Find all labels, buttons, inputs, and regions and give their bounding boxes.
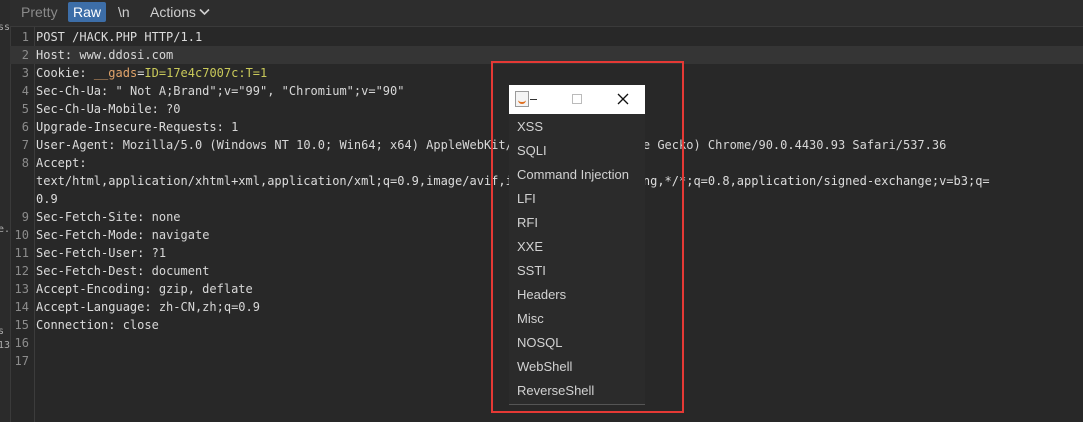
line-text: Connection: close: [36, 318, 159, 332]
header-value: [87, 66, 94, 80]
header-name: Sec-Ch-Ua-Mobile: [36, 102, 152, 116]
payload-menu-item[interactable]: ReverseShell: [517, 379, 594, 403]
payload-menu-item[interactable]: SSTI: [517, 259, 546, 283]
line-number: 15: [14, 318, 29, 332]
line-number: 6: [21, 120, 29, 134]
payload-menu-item[interactable]: RFI: [517, 211, 538, 235]
line-number: 17: [14, 354, 29, 368]
pretty-tab[interactable]: Pretty: [16, 2, 63, 22]
header-value: www.ddosi.com: [72, 48, 174, 62]
line-text: Sec-Fetch-User: ?1: [36, 246, 167, 260]
payload-menu-item[interactable]: Misc: [517, 307, 544, 331]
header-value: document: [144, 264, 210, 278]
header-value: 1: [223, 120, 239, 134]
close-icon[interactable]: [615, 91, 631, 107]
header-name: Host: [36, 48, 65, 62]
line-text: Sec-Ch-Ua-Mobile: ?0: [36, 102, 181, 116]
actions-label: Actions: [150, 4, 196, 20]
line-number: 1: [21, 30, 29, 44]
request-line[interactable]: 1 POST /HACK.PHP HTTP/1.1: [10, 28, 1083, 46]
header-name: Accept-Language: [36, 300, 145, 314]
header-value: zh-CN,zh;q=0.9: [151, 300, 260, 314]
payload-menu-item[interactable]: Headers: [517, 283, 566, 307]
header-name: Accept-Encoding: [36, 282, 145, 296]
header-value: " Not A;Brand";v="99", "Chromium";v="90": [108, 84, 405, 98]
payload-menu-item[interactable]: WebShell: [517, 355, 572, 379]
header-name: Connection: [36, 318, 109, 332]
header-value: ?1: [144, 246, 167, 260]
header-name: Cookie: [36, 66, 80, 80]
left-strip-text: s: [0, 326, 4, 337]
line-text: 0.9: [36, 192, 58, 206]
newline-toggle[interactable]: \n: [113, 2, 135, 22]
editor-toolbar: Pretty Raw \n Actions: [10, 0, 1083, 27]
line-number: 14: [14, 300, 29, 314]
header-value: navigate: [144, 228, 210, 242]
line-number: 13: [14, 282, 29, 296]
minimize-icon[interactable]: [530, 99, 537, 100]
header-name: Accept: [36, 156, 80, 170]
line-text: Accept-Encoding: gzip, deflate: [36, 282, 253, 296]
header-name: Upgrade-Insecure-Requests: [36, 120, 217, 134]
line-number: 16: [14, 336, 29, 350]
header-value: close: [115, 318, 159, 332]
line-text: POST /HACK.PHP HTTP/1.1: [36, 30, 203, 44]
line-number: 4: [21, 84, 29, 98]
line-number: 7: [21, 138, 29, 152]
line-text: Sec-Fetch-Mode: navigate: [36, 228, 210, 242]
line-number: 2: [21, 48, 29, 62]
window-title-bar[interactable]: [509, 85, 645, 114]
line-number: 3: [21, 66, 29, 80]
payload-menu-item[interactable]: LFI: [517, 187, 536, 211]
header-name: Sec-Fetch-Mode: [36, 228, 138, 242]
header-name: User-Agent: [36, 138, 109, 152]
line-number: 12: [14, 264, 29, 278]
line-text: Host: www.ddosi.com: [36, 48, 174, 62]
header-value: gzip, deflate: [151, 282, 253, 296]
chevron-down-icon: [199, 9, 210, 16]
line-text: Upgrade-Insecure-Requests: 1: [36, 120, 239, 134]
line-text: Cookie: __gads=ID=17e4c7007c:T=1: [36, 66, 268, 80]
cookie-value: ID=17e4c7007c:T=1: [144, 66, 268, 80]
raw-tab[interactable]: Raw: [68, 2, 107, 22]
line-text: Sec-Fetch-Site: none: [36, 210, 181, 224]
header-name: Sec-Fetch-Site: [36, 210, 138, 224]
payload-menu-item[interactable]: NOSQL: [517, 331, 563, 355]
line-text: Accept:: [36, 156, 87, 170]
payload-menu-item[interactable]: XSS: [517, 115, 543, 139]
maximize-icon[interactable]: [572, 94, 582, 104]
java-icon: [515, 91, 529, 107]
payload-menu-item[interactable]: Command Injection: [517, 163, 629, 187]
line-number: 5: [21, 102, 29, 116]
payload-menu-item[interactable]: XXE: [517, 235, 543, 259]
cookie-name: __gads: [93, 66, 138, 80]
actions-menu-button[interactable]: Actions: [145, 2, 216, 22]
line-number: 11: [14, 246, 29, 260]
line-number: 8: [21, 156, 29, 170]
header-value: ?0: [158, 102, 181, 116]
line-number: 10: [14, 228, 29, 242]
payload-menu-window: XSS SQLI Command Injection LFI RFI XXE SSTI Hea…: [509, 85, 645, 405]
line-text: Sec-Ch-Ua: " Not A;Brand";v="99", "Chrom…: [36, 84, 405, 98]
line-text: Sec-Fetch-Dest: document: [36, 264, 210, 278]
header-name: Sec-Fetch-User: [36, 246, 138, 260]
line-number: 9: [21, 210, 29, 224]
line-text: Accept-Language: zh-CN,zh;q=0.9: [36, 300, 260, 314]
header-value: none: [144, 210, 181, 224]
header-name: Sec-Fetch-Dest: [36, 264, 138, 278]
header-name: Sec-Ch-Ua: [36, 84, 102, 98]
left-strip-text: 13: [0, 340, 11, 351]
payload-menu-item[interactable]: SQLI: [517, 139, 547, 163]
left-strip-text: ss: [0, 22, 11, 33]
